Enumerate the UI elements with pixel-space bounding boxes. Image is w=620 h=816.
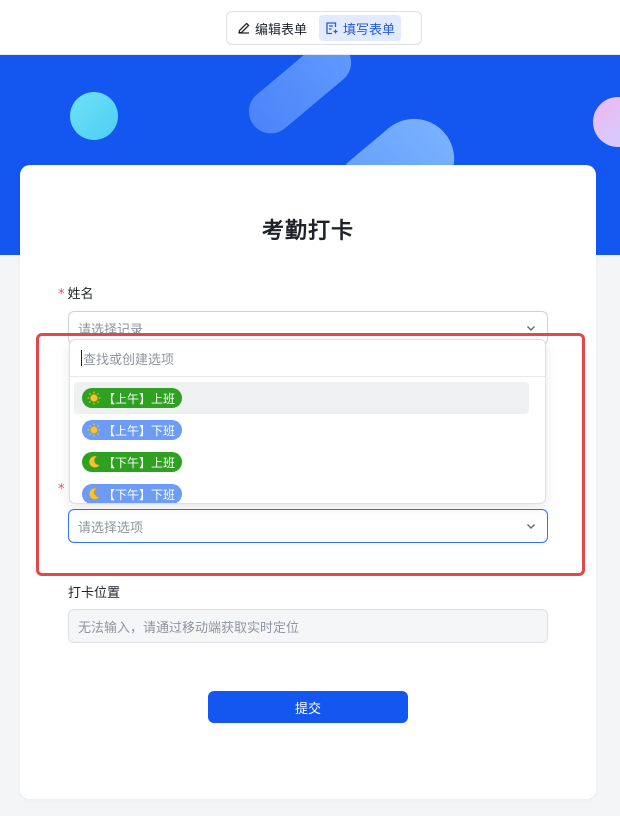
option-tag: 【下午】上班 <box>82 452 183 472</box>
dropdown-option[interactable]: 【下午】下班 <box>74 478 529 503</box>
form-fill-icon <box>326 22 338 35</box>
name-select-placeholder: 请选择记录 <box>78 322 144 338</box>
top-bar: 编辑表单 填写表单 <box>0 0 620 55</box>
edit-form-label: 编辑表单 <box>255 22 308 38</box>
required-marker: * <box>58 287 65 302</box>
decorative-pill <box>239 55 361 143</box>
pencil-icon <box>238 22 250 34</box>
option-tag: 【下午】下班 <box>82 484 183 503</box>
sun-icon <box>87 423 101 437</box>
edit-form-tab[interactable]: 编辑表单 <box>231 15 313 41</box>
text-cursor <box>81 350 82 366</box>
chevron-down-icon <box>527 524 535 529</box>
dropdown-search-input[interactable]: 查找或创建选项 <box>70 340 545 377</box>
submit-button[interactable]: 提交 <box>208 691 408 723</box>
decorative-circle <box>70 92 118 140</box>
dropdown-option[interactable]: 【上午】下班 <box>74 414 529 446</box>
moon-icon <box>89 456 101 468</box>
decorative-circle <box>593 97 620 147</box>
option-tag: 【上午】上班 <box>82 388 183 408</box>
fill-form-label: 填写表单 <box>343 22 396 38</box>
name-field-label: * 姓名 <box>58 287 94 302</box>
moon-icon <box>89 488 101 500</box>
fill-form-tab[interactable]: 填写表单 <box>319 15 402 41</box>
dropdown-option[interactable]: 【上午】上班 <box>74 382 529 414</box>
location-field-label: 打卡位置 <box>68 586 121 601</box>
sun-icon <box>87 391 101 405</box>
dropdown-search-placeholder: 查找或创建选项 <box>83 352 175 368</box>
dropdown-option-list: 【上午】上班 【上午】下班 【下午】上班 【下午】下班 <box>70 377 545 503</box>
type-select-placeholder: 请选择选项 <box>78 520 144 536</box>
type-field-required: * <box>58 482 68 497</box>
mode-switch: 编辑表单 填写表单 <box>226 11 422 45</box>
chevron-down-icon <box>527 326 535 331</box>
location-input: 无法输入，请通过移动端获取实时定位 <box>68 609 548 643</box>
type-select[interactable]: 请选择选项 <box>68 509 548 543</box>
option-tag: 【上午】下班 <box>82 420 183 440</box>
option-dropdown: 查找或创建选项 【上午】上班 【上午】下班 【下午】上班 【下午】下班 <box>69 339 546 504</box>
form-title: 考勤打卡 <box>261 219 354 244</box>
dropdown-option[interactable]: 【下午】上班 <box>74 446 529 478</box>
location-input-placeholder: 无法输入，请通过移动端获取实时定位 <box>78 620 300 636</box>
required-marker: * <box>58 482 65 497</box>
